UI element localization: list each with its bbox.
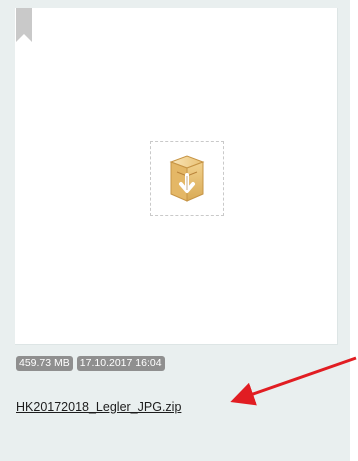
red-arrow-icon bbox=[230, 356, 357, 406]
file-date-badge: 17.10.2017 16:04 bbox=[76, 356, 165, 371]
file-download-link[interactable]: HK20172018_Legler_JPG.zip bbox=[16, 400, 181, 414]
file-size-badge: 459.73 MB bbox=[16, 356, 73, 371]
file-metadata: 459.73 MB 17.10.2017 16:04 bbox=[16, 356, 165, 371]
bookmark-icon[interactable] bbox=[16, 8, 32, 42]
screenshot-area: 459.73 MB 17.10.2017 16:04 HK20172018_Le… bbox=[0, 0, 358, 461]
file-thumbnail-frame[interactable] bbox=[150, 141, 224, 216]
archive-box-icon bbox=[169, 155, 205, 202]
file-preview[interactable] bbox=[15, 8, 338, 345]
